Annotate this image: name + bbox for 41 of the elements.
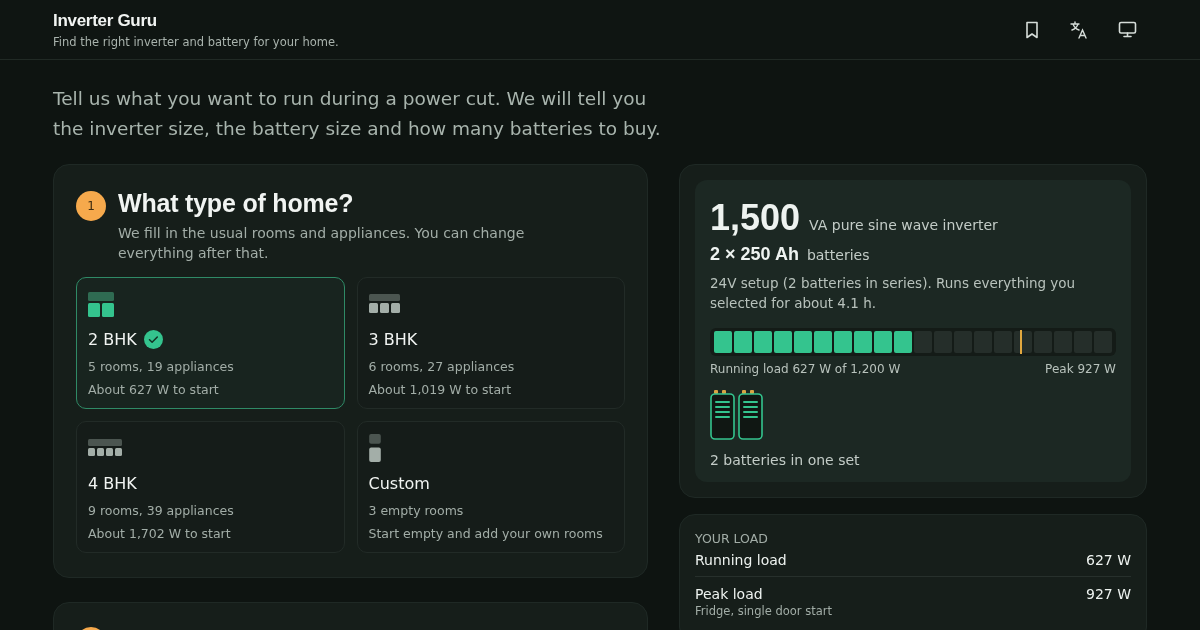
check-icon	[143, 330, 163, 349]
intro-text: Tell us what you want to run during a power cut. We will tell you the inverter size, the battery size and how many batteries to buy.	[53, 87, 662, 141]
step-title: What type of home?	[118, 189, 355, 218]
option-rooms: 6 rooms, 27 appliances	[368, 359, 515, 374]
load-value: 927 W	[1086, 586, 1131, 602]
home-type-option[interactable]: 2 BHK 5 rooms, 19 appliances About 627 W to start	[76, 277, 345, 409]
app-subtitle: Find the right inverter and battery for your home.	[53, 34, 339, 49]
step-description: We fill in the usual rooms and appliances. You can change everything after that.	[118, 224, 526, 263]
option-name: 4 BHK	[88, 474, 137, 493]
option-name: 3 BHK	[368, 330, 418, 349]
load-label: Peak load	[695, 586, 764, 602]
option-rooms: 9 rooms, 39 appliances	[88, 503, 234, 518]
app-title: Inverter Guru	[53, 10, 158, 31]
step-number: 1	[76, 191, 106, 221]
inverter-label: VA pure sine wave inverter	[809, 217, 998, 233]
home-type-option[interactable]: Custom 3 empty rooms Start empty and add your own rooms	[356, 421, 625, 553]
option-note: About 1,702 W to start	[88, 526, 231, 541]
option-note: Start empty and add your own rooms	[368, 526, 603, 541]
option-note: About 627 W to start	[88, 382, 219, 397]
option-name: Custom	[368, 474, 430, 493]
battery-size: 2 × 250 Ah	[710, 244, 799, 265]
rooms-icon	[88, 290, 114, 319]
load-heading: YOUR LOAD	[695, 531, 769, 546]
translate-icon[interactable]	[1068, 18, 1090, 41]
load-caption: Running load 627 W of 1,200 W	[710, 362, 901, 376]
option-rooms: 3 empty rooms	[368, 503, 464, 518]
battery-label: batteries	[806, 247, 870, 263]
inverter-size: 1,500	[710, 200, 801, 236]
rooms-icon	[368, 434, 381, 463]
load-value: 627 W	[1086, 552, 1131, 568]
load-label: Running load	[695, 552, 787, 568]
result-summary: 24V setup (2 batteries in series). Runs everything you selected for about 4.1 h.	[710, 274, 1077, 313]
option-name: 2 BHK	[88, 330, 137, 349]
option-note: About 1,019 W to start	[368, 382, 512, 397]
load-note: Fridge, single door start	[695, 604, 832, 618]
battery-set-caption: 2 batteries in one set	[710, 452, 861, 468]
batteries-icon	[710, 390, 764, 440]
option-rooms: 5 rooms, 19 appliances	[88, 359, 234, 374]
peak-caption: Peak 927 W	[1045, 362, 1116, 376]
home-type-option[interactable]: 4 BHK 9 rooms, 39 appliances About 1,702 W to start	[76, 421, 345, 553]
home-type-option[interactable]: 3 BHK 6 rooms, 27 appliances About 1,019 W to start	[356, 277, 625, 409]
